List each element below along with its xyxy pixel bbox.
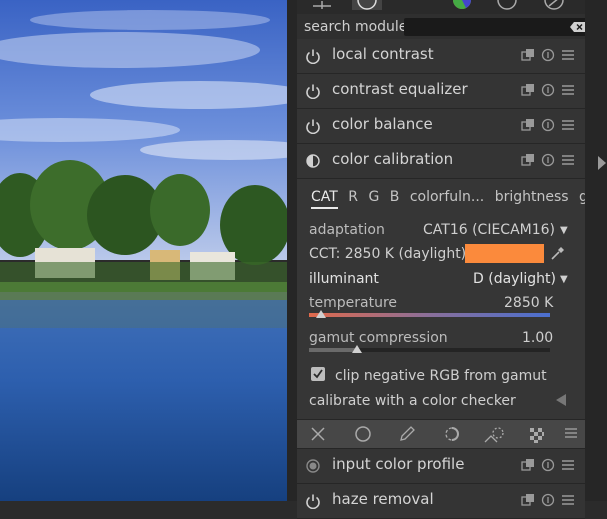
- multi-instance-icon[interactable]: [521, 83, 535, 97]
- tab-b[interactable]: B: [390, 189, 400, 205]
- module-name: haze removal: [332, 490, 434, 508]
- gamut-label: gamut compression: [309, 330, 448, 346]
- tab-r[interactable]: R: [348, 189, 358, 205]
- power-icon[interactable]: [305, 153, 321, 169]
- brush-icon[interactable]: [442, 426, 464, 442]
- tab-effects[interactable]: [539, 0, 569, 10]
- clip-negative-label: clip negative RGB from gamut: [335, 368, 547, 384]
- always-on-icon: [306, 459, 320, 473]
- checkmark-icon: [313, 369, 323, 379]
- temperature-slider-handle[interactable]: [316, 310, 327, 318]
- module-input-color-profile[interactable]: input color profile: [297, 449, 585, 484]
- temperature-slider[interactable]: [309, 313, 550, 317]
- reset-icon[interactable]: [541, 153, 555, 167]
- right-panel: search module local contrast contrast eq…: [287, 0, 607, 519]
- collapse-triangle-icon[interactable]: [554, 393, 568, 407]
- active-modules-icon: [313, 1, 331, 9]
- module-color-calibration[interactable]: color calibration: [297, 144, 585, 179]
- module-name: contrast equalizer: [332, 80, 468, 98]
- presets-menu-icon[interactable]: [561, 83, 575, 97]
- tab-cat[interactable]: CAT: [311, 189, 338, 209]
- presets-menu-icon[interactable]: [561, 493, 575, 507]
- gamut-slider-fill: [309, 348, 358, 352]
- blend-mode-toolstrip: [297, 420, 585, 449]
- module-local-contrast[interactable]: local contrast: [297, 39, 585, 74]
- module-name: color calibration: [332, 150, 454, 168]
- gamut-value: 1.00: [522, 330, 554, 346]
- presets-menu-icon[interactable]: [561, 153, 575, 167]
- drawn-parametric-mask-icon[interactable]: [528, 426, 546, 444]
- module-color-balance[interactable]: color balance: [297, 109, 585, 144]
- power-icon[interactable]: [305, 493, 321, 509]
- search-input[interactable]: [404, 18, 590, 36]
- module-name: local contrast: [332, 45, 434, 63]
- image-preview[interactable]: [0, 0, 287, 501]
- adaptation-label: adaptation: [309, 222, 385, 238]
- reset-icon[interactable]: [541, 493, 555, 507]
- circle-icon: [357, 0, 377, 10]
- tab-colorfulness[interactable]: colorfuln...: [410, 189, 484, 205]
- reset-icon[interactable]: [541, 83, 555, 97]
- calibration-tabs: CAT R G B colorfuln... brightness gray: [311, 189, 607, 209]
- close-icon[interactable]: [310, 426, 326, 442]
- multi-instance-icon[interactable]: [521, 48, 535, 62]
- parametric-mask-icon[interactable]: [483, 426, 507, 444]
- search-label: search module: [304, 19, 408, 35]
- cct-color-swatch: [465, 244, 544, 263]
- multi-instance-icon[interactable]: [521, 458, 535, 472]
- clip-negative-checkbox[interactable]: [311, 367, 325, 381]
- reset-icon[interactable]: [541, 458, 555, 472]
- scene-referred-icon: [544, 0, 564, 10]
- module-group-tabs: [297, 0, 587, 14]
- pencil-icon[interactable]: [398, 426, 416, 442]
- search-row: search module: [297, 15, 590, 39]
- module-list: local contrast contrast equalizer color …: [297, 39, 607, 519]
- color-checker-label[interactable]: calibrate with a color checker: [309, 393, 516, 409]
- clear-icon[interactable]: [570, 21, 586, 33]
- reset-icon[interactable]: [541, 118, 555, 132]
- module-haze-removal[interactable]: haze removal: [297, 484, 585, 519]
- panel-left-edge: [287, 0, 297, 501]
- landscape-photo: [0, 0, 287, 501]
- temperature-label: temperature: [309, 295, 397, 311]
- multi-instance-icon[interactable]: [521, 118, 535, 132]
- tab-correct[interactable]: [492, 0, 522, 10]
- collapse-panel-arrow-icon[interactable]: [597, 155, 607, 171]
- tab-brightness[interactable]: brightness: [495, 189, 569, 205]
- multi-instance-icon[interactable]: [521, 493, 535, 507]
- chevron-down-icon[interactable]: ▼: [560, 225, 568, 236]
- power-icon[interactable]: [305, 48, 321, 64]
- adaptation-value[interactable]: CAT16 (CIECAM16): [423, 222, 555, 238]
- color-picker-icon[interactable]: [550, 245, 566, 261]
- reset-icon[interactable]: [541, 48, 555, 62]
- color-calibration-body: CAT R G B colorfuln... brightness gray a…: [297, 179, 607, 420]
- panel-right-edge: [585, 0, 607, 501]
- tab-active-modules[interactable]: [307, 0, 337, 10]
- gamut-slider-handle[interactable]: [352, 345, 363, 353]
- menu-icon[interactable]: [564, 426, 578, 440]
- power-icon[interactable]: [305, 83, 321, 99]
- chevron-down-icon[interactable]: ▼: [560, 274, 568, 285]
- illuminant-value[interactable]: D (daylight): [473, 271, 556, 287]
- illuminant-label: illuminant: [309, 271, 379, 287]
- circle-icon: [497, 0, 517, 10]
- temperature-value: 2850 K: [504, 295, 554, 311]
- tab-color[interactable]: [447, 0, 477, 10]
- module-name: color balance: [332, 115, 433, 133]
- module-name: input color profile: [332, 455, 465, 473]
- cct-readout: CCT: 2850 K (daylight): [309, 246, 467, 262]
- tab-g[interactable]: G: [368, 189, 379, 205]
- multi-instance-icon[interactable]: [521, 153, 535, 167]
- presets-menu-icon[interactable]: [561, 118, 575, 132]
- gamut-slider[interactable]: [309, 348, 550, 352]
- circle-icon[interactable]: [354, 426, 372, 442]
- color-wheel-icon: [453, 0, 471, 9]
- presets-menu-icon[interactable]: [561, 48, 575, 62]
- module-contrast-equalizer[interactable]: contrast equalizer: [297, 74, 585, 109]
- tab-base[interactable]: [352, 0, 382, 10]
- power-icon[interactable]: [305, 118, 321, 134]
- presets-menu-icon[interactable]: [561, 458, 575, 472]
